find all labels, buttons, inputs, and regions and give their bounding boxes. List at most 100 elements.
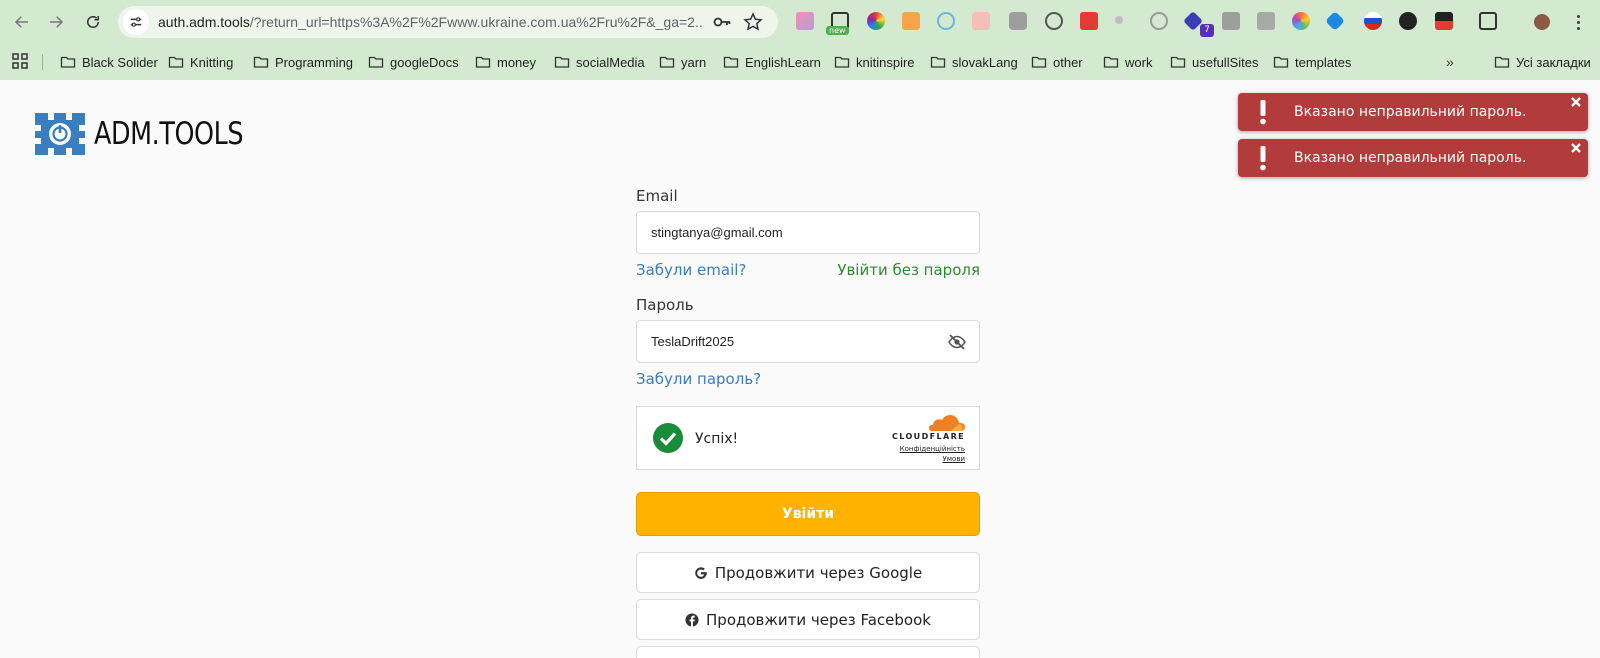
- adm-tools-logo[interactable]: ADM.TOOLS: [34, 112, 276, 156]
- bookmark-label: Black Solider: [82, 54, 158, 70]
- extension-check-icon[interactable]: [1045, 12, 1063, 30]
- logo-gear-icon: [35, 113, 85, 155]
- bookmark-folder[interactable]: EnglishLearn: [723, 52, 821, 72]
- extension-tag-icon[interactable]: [1325, 11, 1345, 31]
- error-toast-message: Вказано неправильний пароль.: [1294, 150, 1527, 166]
- all-bookmarks-button[interactable]: Усі закладки: [1494, 52, 1591, 72]
- folder-icon: [1273, 56, 1289, 68]
- error-toast: Вказано неправильний пароль.: [1238, 93, 1588, 131]
- folder-icon: [253, 56, 269, 68]
- captcha-privacy-link[interactable]: Конфіденційність: [900, 445, 965, 453]
- extension-compass-icon[interactable]: [1150, 12, 1168, 30]
- bookmark-folder[interactable]: socialMedia: [554, 52, 645, 72]
- bookmarks-bar: Black Solider Knitting Programming googleDo…: [0, 44, 1600, 80]
- bookmark-folder[interactable]: googleDocs: [368, 52, 459, 72]
- error-toast-message: Вказано неправильний пароль.: [1294, 104, 1527, 120]
- forward-button[interactable]: [42, 8, 70, 36]
- bookmark-label: templates: [1295, 54, 1352, 70]
- login-without-password-link[interactable]: Увійти без пароля: [837, 261, 980, 279]
- extension-react-icon[interactable]: [937, 12, 955, 30]
- reload-icon: [87, 16, 99, 28]
- eye-slash-icon[interactable]: [947, 333, 967, 351]
- bookmark-label: socialMedia: [576, 54, 645, 70]
- bookmark-folder[interactable]: work: [1103, 52, 1152, 72]
- close-icon[interactable]: [1570, 142, 1582, 154]
- extension-orange-icon[interactable]: [902, 12, 920, 30]
- url-text[interactable]: auth.adm.tools/?return_url=https%3A%2F%2…: [158, 14, 703, 30]
- logo-text: ADM.TOOLS: [94, 116, 244, 152]
- bookmark-folder[interactable]: yarn: [659, 52, 706, 72]
- url-path: /?return_url=https%3A%2F%2Fwww.ukraine.c…: [249, 14, 703, 30]
- forgot-password-link[interactable]: Забули пароль?: [636, 370, 761, 388]
- forgot-email-link[interactable]: Забули email?: [636, 261, 746, 279]
- bookmark-folder[interactable]: usefullSites: [1170, 52, 1258, 72]
- bookmark-folder[interactable]: templates: [1273, 52, 1351, 72]
- exclamation-icon: [1260, 146, 1266, 171]
- browser-toolbar: auth.adm.tools/?return_url=https%3A%2F%2…: [0, 0, 1600, 44]
- google-login-button[interactable]: Продовжити через Google: [636, 552, 980, 593]
- browser-chrome: auth.adm.tools/?return_url=https%3A%2F%2…: [0, 0, 1600, 80]
- browser-menu-icon[interactable]: [1568, 12, 1588, 32]
- bookmark-folder[interactable]: other: [1031, 52, 1083, 72]
- extension-gradient-icon[interactable]: [796, 12, 814, 30]
- reload-button[interactable]: [79, 8, 107, 36]
- folder-icon: [723, 56, 739, 68]
- extension-color-wheel-icon[interactable]: [867, 12, 885, 30]
- google-login-label: Продовжити через Google: [714, 563, 923, 582]
- cloudflare-captcha[interactable]: Успіх! CLOUDFLARE Конфіденційність Умови: [636, 406, 980, 470]
- bookmark-folder[interactable]: Knitting: [168, 52, 233, 72]
- error-toast: Вказано неправильний пароль.: [1238, 139, 1588, 177]
- bookmark-label: Programming: [275, 54, 354, 70]
- extension-count-badge: 7: [1200, 24, 1214, 37]
- profile-avatar[interactable]: [1532, 12, 1552, 32]
- bookmark-label: Knitting: [190, 54, 234, 70]
- bookmark-star-icon[interactable]: [743, 12, 763, 32]
- bookmark-folder[interactable]: slovakLang: [930, 52, 1018, 72]
- close-icon[interactable]: [1570, 96, 1582, 108]
- arrow-right-icon: [50, 16, 64, 28]
- google-g-icon: [695, 566, 707, 579]
- email-field[interactable]: stingtanya@gmail.com: [636, 211, 980, 254]
- next-login-button-partial[interactable]: [636, 646, 980, 658]
- extension-dots-icon[interactable]: [1115, 16, 1123, 24]
- bookmark-label: money: [497, 54, 537, 70]
- extension-flag-icon[interactable]: [1364, 12, 1382, 30]
- bookmark-folder[interactable]: money: [475, 52, 536, 72]
- bookmarks-separator: [42, 54, 43, 70]
- facebook-login-button[interactable]: Продовжити через Facebook: [636, 599, 980, 640]
- extension-github-icon[interactable]: [1399, 12, 1417, 30]
- cloudflare-wordmark: CLOUDFLARE: [892, 432, 965, 441]
- password-links: Забули пароль?: [636, 370, 980, 388]
- extension-grid-icon[interactable]: [1222, 12, 1240, 30]
- facebook-icon: [685, 612, 699, 627]
- extension-number-icon[interactable]: [1080, 12, 1098, 30]
- bookmarks-overflow-icon[interactable]: »: [1446, 54, 1454, 70]
- password-key-icon[interactable]: [712, 12, 732, 32]
- folder-icon: [168, 56, 184, 68]
- extension-code-icon[interactable]: [1257, 12, 1275, 30]
- cloudflare-cloud-icon: [928, 415, 965, 431]
- login-submit-button[interactable]: Увійти: [636, 492, 980, 536]
- extension-network-icon[interactable]: [972, 12, 990, 30]
- extension-square-icon[interactable]: [1435, 12, 1453, 30]
- bookmark-folder[interactable]: Black Solider: [60, 52, 158, 72]
- apps-grid-icon[interactable]: [12, 53, 28, 69]
- captcha-success-icon: [653, 423, 683, 453]
- password-field[interactable]: TeslaDrift2025: [636, 320, 980, 363]
- captcha-terms-link[interactable]: Умови: [942, 455, 965, 463]
- bookmark-folder[interactable]: Programming: [253, 52, 353, 72]
- folder-icon: [659, 56, 675, 68]
- folder-icon: [554, 56, 570, 68]
- bookmark-label: slovakLang: [952, 54, 1018, 70]
- folder-icon: [834, 56, 850, 68]
- extension-camera-icon[interactable]: [1009, 12, 1027, 30]
- folder-icon: [60, 56, 76, 68]
- bookmark-folder[interactable]: knitinspire: [834, 52, 915, 72]
- all-bookmarks-label: Усі закладки: [1516, 54, 1591, 70]
- address-bar[interactable]: auth.adm.tools/?return_url=https%3A%2F%2…: [118, 6, 778, 38]
- site-info-button[interactable]: [123, 9, 149, 35]
- folder-icon: [368, 56, 384, 68]
- back-button[interactable]: [8, 8, 36, 36]
- extension-spectrum-icon[interactable]: [1292, 12, 1310, 30]
- extensions-puzzle-icon[interactable]: [1479, 12, 1497, 30]
